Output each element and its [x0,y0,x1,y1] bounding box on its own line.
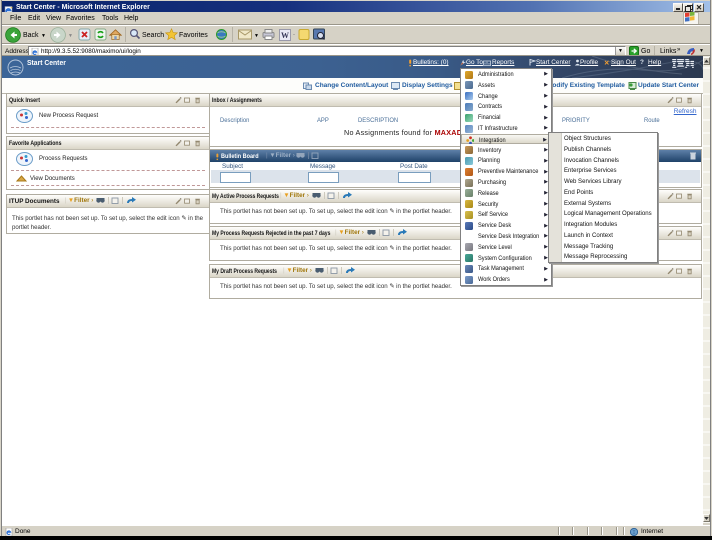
svg-text:W: W [281,31,289,40]
